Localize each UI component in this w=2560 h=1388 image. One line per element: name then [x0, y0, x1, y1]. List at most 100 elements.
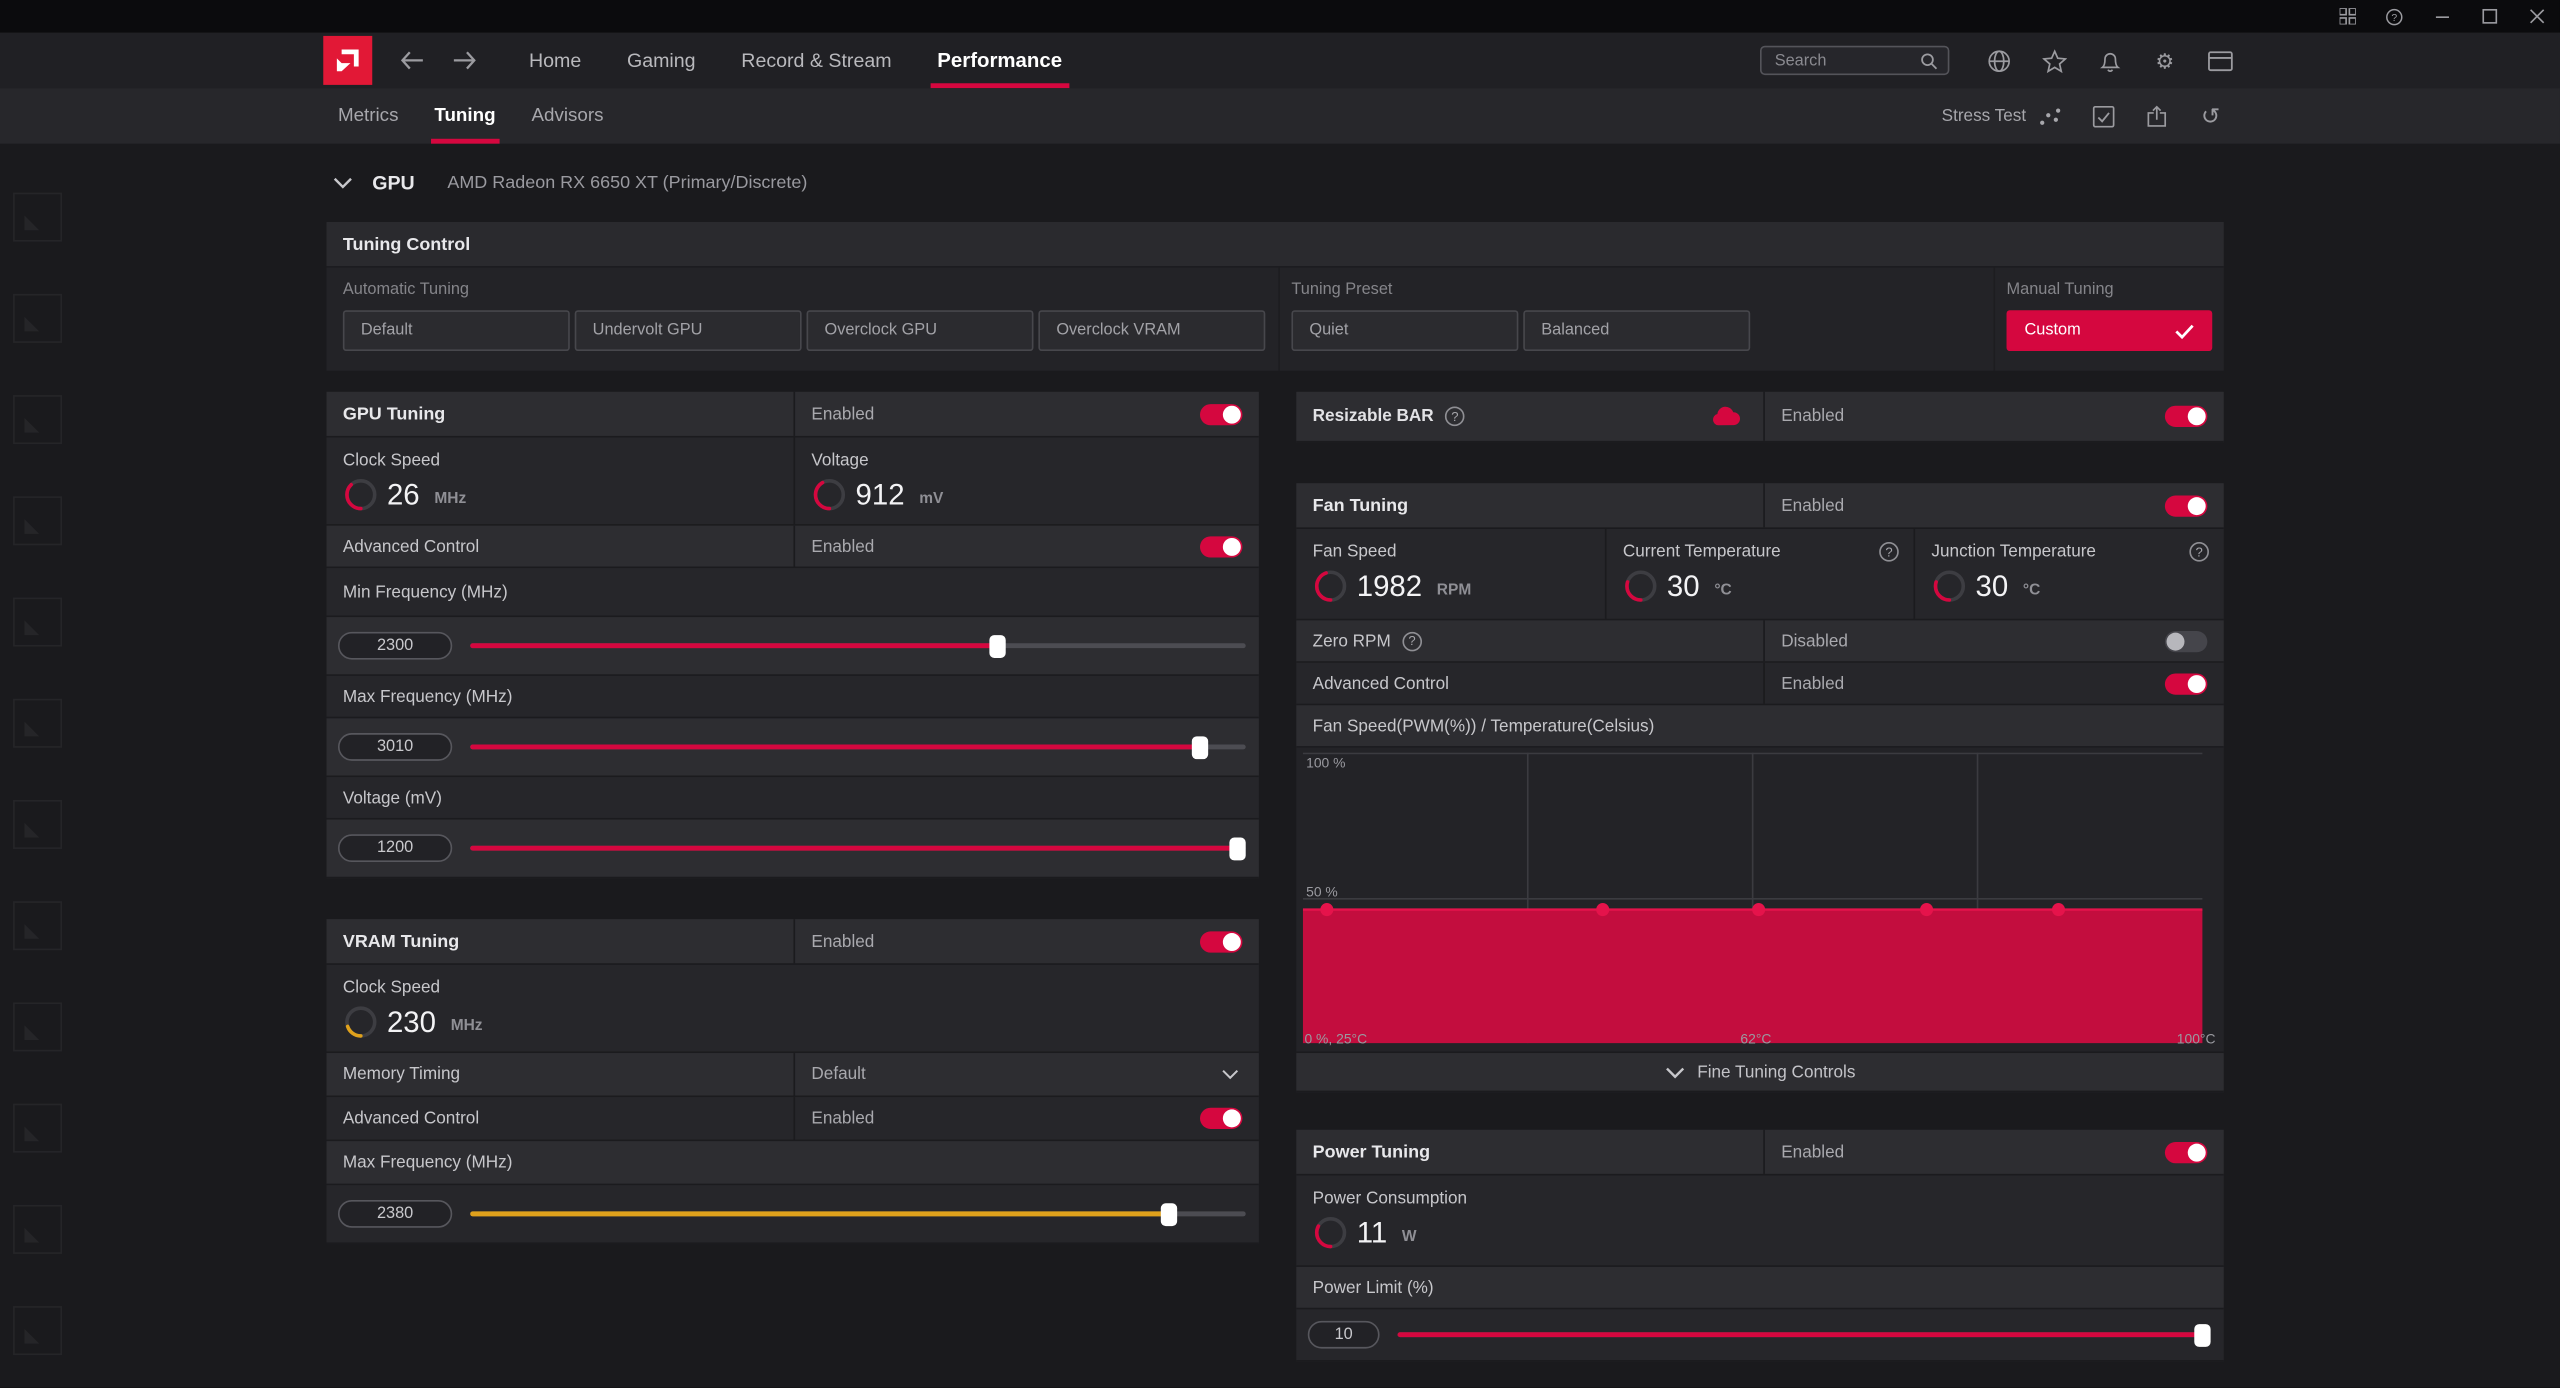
settings-gear-icon[interactable]: ⚙ [2152, 47, 2178, 73]
app-grid-icon[interactable] [2323, 0, 2370, 33]
power-limit-input[interactable] [1308, 1321, 1380, 1349]
power-limit-handle[interactable] [2194, 1323, 2210, 1346]
vram-max-frequency-input[interactable] [338, 1200, 452, 1228]
tab-performance[interactable]: Performance [914, 33, 1085, 89]
voltage-handle[interactable] [1230, 837, 1246, 860]
vram-max-frequency-slider[interactable] [470, 1211, 1246, 1216]
vram-advanced-toggle[interactable] [1200, 1108, 1242, 1129]
voltage-slider[interactable] [470, 846, 1246, 851]
vram-clock-unit: MHz [451, 1017, 483, 1035]
resizable-bar-label: Resizable BAR [1313, 407, 1434, 427]
current-temp-gauge [1623, 568, 1659, 604]
fan-curve-chart[interactable]: 100 % 50 % 0 %, 25°C 62°C 100°C [1296, 748, 2223, 1053]
vram-tuning-panel: VRAM Tuning Enabled Clock Speed 230 MHz … [327, 919, 1259, 1244]
preset-quiet-button[interactable]: Quiet [1291, 310, 1518, 351]
current-temp-help-icon[interactable]: ? [1879, 542, 1899, 562]
back-icon[interactable] [398, 47, 424, 73]
auto-undervolt-gpu-button[interactable]: Undervolt GPU [575, 310, 802, 351]
tuning-log-icon[interactable] [2090, 103, 2116, 129]
close-button[interactable] [2513, 0, 2560, 33]
manual-custom-button[interactable]: Custom [2007, 310, 2213, 351]
minimize-button[interactable] [2418, 0, 2465, 33]
tab-home[interactable]: Home [506, 33, 604, 89]
zero-rpm-toggle[interactable] [2165, 630, 2207, 651]
gpu-section-header[interactable]: GPU AMD Radeon RX 6650 XT (Primary/Discr… [333, 171, 807, 194]
stress-test-button[interactable]: Stress Test [1942, 105, 2062, 126]
expand-chevron-icon [1665, 1065, 1685, 1078]
collapse-chevron-icon[interactable] [333, 176, 353, 189]
auto-default-button[interactable]: Default [343, 310, 570, 351]
vram-max-frequency-label-row: Max Frequency (MHz) [327, 1141, 1259, 1185]
power-tuning-toggle[interactable] [2165, 1141, 2207, 1162]
offers-card-icon[interactable] [2207, 47, 2233, 73]
memory-timing-label: Memory Timing [343, 1064, 460, 1084]
vram-tuning-toggle[interactable] [1200, 931, 1242, 952]
fan-gauges-row: Fan Speed 1982 RPM Current Temperature ?… [1296, 529, 2223, 620]
titlebar: ? [0, 0, 2560, 33]
vram-max-frequency-label: Max Frequency (MHz) [343, 1153, 513, 1173]
min-frequency-input[interactable] [338, 632, 452, 660]
min-frequency-handle[interactable] [989, 634, 1005, 657]
vram-advanced-row: Advanced Control Enabled [327, 1097, 1259, 1141]
current-temp-label: Current Temperature [1623, 542, 1781, 562]
globe-icon[interactable] [1985, 47, 2011, 73]
preset-balanced-button[interactable]: Balanced [1523, 310, 1750, 351]
voltage-input[interactable] [338, 834, 452, 862]
fan-advanced-toggle[interactable] [2165, 673, 2207, 694]
maximize-button[interactable] [2465, 0, 2512, 33]
navbar-icons: ⚙ [1985, 47, 2233, 73]
power-tuning-header: Power Tuning Enabled [1296, 1130, 2223, 1176]
resizable-bar-help-icon[interactable]: ? [1445, 407, 1465, 427]
vram-advanced-status: Enabled [811, 1109, 874, 1129]
auto-overclock-vram-button[interactable]: Overclock VRAM [1038, 310, 1265, 351]
max-frequency-input[interactable] [338, 733, 452, 761]
subtab-tuning[interactable]: Tuning [416, 88, 513, 144]
min-frequency-slider[interactable] [470, 643, 1246, 648]
resizable-bar-toggle[interactable] [2165, 406, 2207, 427]
advanced-control-status: Enabled [811, 536, 874, 556]
gpu-advanced-toggle[interactable] [1200, 536, 1242, 557]
power-consumption-value: 11 [1357, 1216, 1388, 1250]
dropdown-chevron-icon[interactable] [1221, 1069, 1239, 1080]
tab-gaming[interactable]: Gaming [604, 33, 718, 89]
auto-overclock-gpu-button[interactable]: Overclock GPU [807, 310, 1034, 351]
tab-record-stream[interactable]: Record & Stream [718, 33, 914, 89]
main-nav-tabs: Home Gaming Record & Stream Performance [506, 33, 1085, 89]
amd-logo[interactable] [323, 36, 372, 85]
share-profile-icon[interactable] [2144, 103, 2170, 129]
gpu-tuning-toggle[interactable] [1200, 403, 1242, 424]
max-frequency-handle[interactable] [1191, 736, 1207, 759]
fine-tuning-controls-button[interactable]: Fine Tuning Controls [1296, 1053, 2223, 1091]
memory-timing-dropdown[interactable]: Default [793, 1053, 1258, 1095]
vram-max-frequency-handle[interactable] [1160, 1202, 1176, 1225]
favorites-star-icon[interactable] [2041, 47, 2067, 73]
vram-clock-gauge [343, 1004, 379, 1040]
junction-temp-help-icon[interactable]: ? [2189, 542, 2209, 562]
junction-temp-gauge [1931, 568, 1967, 604]
reset-icon[interactable]: ↺ [2198, 103, 2224, 129]
resizable-bar-icon [1711, 406, 1740, 427]
check-icon [2175, 322, 2195, 338]
search-icon[interactable] [1915, 47, 1941, 73]
search-input[interactable] [1762, 51, 1912, 69]
zero-rpm-help-icon[interactable]: ? [1402, 631, 1422, 651]
junction-temp-unit: °C [2023, 581, 2040, 599]
clock-speed-unit: MHz [434, 490, 466, 508]
power-consumption-row: Power Consumption 11 W [1296, 1176, 2223, 1267]
vram-clock-row: Clock Speed 230 MHz [327, 965, 1259, 1053]
subtab-metrics[interactable]: Metrics [320, 88, 416, 144]
x-axis-right-label: 100°C [2177, 1030, 2216, 1046]
help-icon[interactable]: ? [2371, 0, 2418, 33]
forward-icon[interactable] [451, 47, 477, 73]
fan-curve-plot[interactable] [1303, 753, 2203, 1044]
tuning-preset-label: Tuning Preset [1291, 281, 1392, 299]
fan-tuning-panel: Fan Tuning Enabled Fan Speed 1982 RPM Cu… [1296, 483, 2223, 1092]
subtab-advisors[interactable]: Advisors [514, 88, 622, 144]
power-limit-slider[interactable] [1398, 1332, 2211, 1337]
x-axis-mid-label: 62°C [1740, 1030, 1771, 1046]
gpu-advanced-row: Advanced Control Enabled [327, 526, 1259, 568]
gpu-tuning-panel: GPU Tuning Enabled Clock Speed 26 MHz Vo… [327, 392, 1259, 879]
max-frequency-slider[interactable] [470, 744, 1246, 749]
fan-tuning-toggle[interactable] [2165, 495, 2207, 516]
notifications-bell-icon[interactable] [2096, 47, 2122, 73]
